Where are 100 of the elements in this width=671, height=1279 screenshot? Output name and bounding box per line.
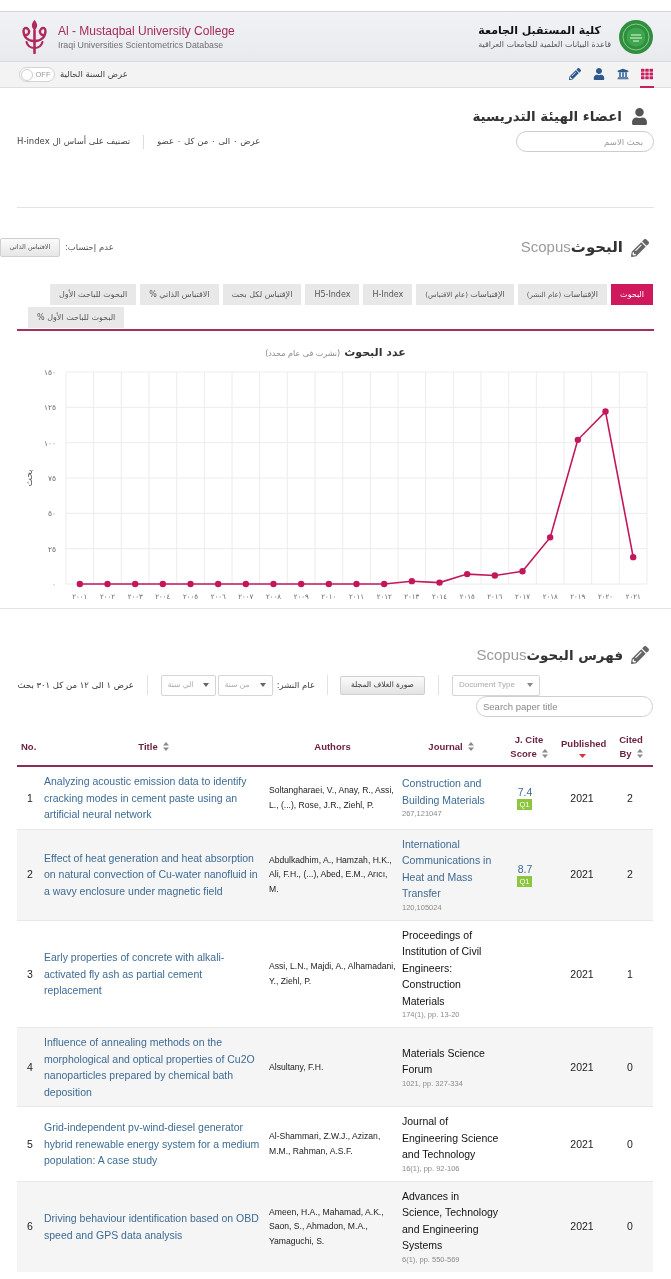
publication-year: 2021 <box>555 766 609 829</box>
data-point <box>491 572 499 579</box>
publication-year: 2021 <box>555 1181 609 1272</box>
user-icon <box>593 67 605 80</box>
publication-year: 2021 <box>555 829 609 920</box>
tab[interactable]: الاقتباس الذاتي % <box>140 284 219 305</box>
tab[interactable]: البحوث للباحث الأول <box>50 284 137 305</box>
section-title: اعضاء الهيئة التدريسية <box>472 106 622 126</box>
section-title: البحوث <box>570 237 623 259</box>
data-point <box>325 580 333 588</box>
year-label: عام النشر: <box>276 678 315 692</box>
sort-basis-text: تصنيف على أساس ال H-index <box>17 135 131 148</box>
source-label: Scopus <box>476 644 527 665</box>
toggle-knob <box>21 68 33 81</box>
paper-title-link[interactable]: Analyzing acoustic emission data to identify cracking modes in cement paste using an artificial neural network <box>44 773 262 823</box>
data-point <box>574 436 582 444</box>
tab[interactable]: الإقتباس لكل بحث <box>222 284 302 305</box>
authors-text: Alsultany, F.H. <box>266 1027 399 1107</box>
data-point <box>242 580 250 588</box>
grid-icon <box>641 67 653 80</box>
journal-name: Advances in Science, Technology and Engineering Systems <box>402 1188 500 1253</box>
site-title: Al - Mustaqbal University College <box>58 22 235 39</box>
data-point <box>546 534 554 541</box>
paper-title-link[interactable]: Grid-independent pv-wind-diesel generator hybrid renewable energy system for a medium population: A case study <box>44 1119 262 1169</box>
site-subtitle: Iraqi Universities Scientometrics Database <box>58 38 225 51</box>
citation-count: 1 <box>609 920 653 1028</box>
journal-name: Materials Science Forum <box>402 1045 486 1077</box>
pencil-icon <box>631 238 649 257</box>
row-number: 2 <box>17 829 41 920</box>
row-number: 1 <box>17 766 41 829</box>
exclude-label: عدم إحتساب: <box>65 241 114 254</box>
cite-score-link[interactable]: 7.4 <box>517 785 533 799</box>
authors-text: Soltangharaei, V., Anay, R., Assi, L., (...), Rose, J.R., Ziehl, P. <box>266 766 399 829</box>
column-header[interactable]: J. Cite Score <box>503 729 555 766</box>
citation-count: 0 <box>609 1106 653 1181</box>
journal-link[interactable]: International Communications in Heat and Mass Transfer <box>402 835 502 902</box>
column-header: No. <box>17 729 41 766</box>
paper-title-link[interactable]: Driving behaviour identification based on OBD speed and GPS data analysis <box>44 1210 262 1243</box>
data-point <box>187 580 194 588</box>
citation-count: 0 <box>609 1027 653 1107</box>
citation-count: 2 <box>609 766 653 829</box>
publication-year: 2021 <box>555 1027 609 1107</box>
row-number: 6 <box>17 1181 41 1272</box>
publication-year: 2021 <box>555 1106 609 1181</box>
data-point <box>297 580 305 588</box>
data-point <box>131 580 139 588</box>
authors-text: Al-Shammari, Z.W.J., Azizan, M.M., Rahman, A.S.F. <box>266 1106 399 1181</box>
data-point <box>408 577 416 585</box>
row-number: 3 <box>17 920 41 1028</box>
column-header[interactable]: Cited By <box>609 729 653 766</box>
chart-subtitle: (نشرت فى عام محدد) <box>265 348 341 360</box>
cite-score-link[interactable]: 8.7 <box>517 862 533 876</box>
y-axis-label: بحث <box>24 469 34 487</box>
tab[interactable]: H-Index <box>363 284 413 305</box>
seal-logo <box>619 19 653 54</box>
data-point <box>159 580 167 588</box>
tab[interactable]: البحوث للباحث الأول % <box>28 307 125 328</box>
journal-link[interactable]: Construction and Building Materials <box>402 775 502 809</box>
paper-title-link[interactable]: Early properties of concrete with alkali-activated fly ash as partial cement replacement <box>44 949 262 999</box>
publication-year: 2021 <box>555 920 609 1028</box>
data-point <box>353 580 360 588</box>
paper-title-link[interactable]: Effect of heat generation and heat absorption on natural convection of Cu-water nanofluid in a wavy enclosure under magnetic field <box>44 849 262 900</box>
tab[interactable]: H5-Index <box>305 284 360 305</box>
data-point <box>76 580 84 588</box>
tab[interactable]: البحوث <box>611 284 653 305</box>
data-point <box>436 579 443 586</box>
row-number: 5 <box>17 1106 41 1181</box>
data-point <box>463 570 471 578</box>
caret-icon <box>259 683 266 687</box>
section-title: فهرس البحوث <box>526 645 623 665</box>
building-icon <box>617 67 629 80</box>
column-header[interactable]: Published <box>555 729 609 766</box>
data-point <box>270 580 277 588</box>
citation-count: 0 <box>609 1181 653 1272</box>
paper-count-text: عرض ١ الى ١٢ من كل ٣٠١ بحث <box>17 678 134 692</box>
data-point <box>602 408 609 415</box>
source-label: Scopus <box>520 237 571 258</box>
plant-logo <box>22 19 47 54</box>
column-header[interactable]: Title <box>41 729 266 766</box>
data-point <box>519 568 526 575</box>
search-field[interactable]: Search paper title <box>476 696 653 717</box>
data-point <box>214 580 222 588</box>
arabic-site-title: كلية المستقبل الجامعة <box>478 22 601 39</box>
toggle-label: عرض السنة الحالية <box>60 68 128 81</box>
pencil-icon <box>569 67 581 80</box>
journal-name: Journal of Engineering Science and Technology <box>402 1114 500 1162</box>
caret-icon <box>202 683 209 687</box>
column-header[interactable]: Journal <box>399 729 503 766</box>
data-point <box>380 580 388 588</box>
search-field[interactable]: بحث الاسم <box>516 131 654 152</box>
arabic-site-subtitle: قاعدة البيانات العلمية للجامعات العراقية <box>478 38 611 51</box>
data-point <box>629 553 637 561</box>
person-icon <box>631 107 648 125</box>
pencil-icon <box>631 646 649 664</box>
authors-text: Ameen, H.A., Mahamad, A.K., Saon, S., Ahmadon, M.A., Yamaguchi, S. <box>266 1181 399 1272</box>
column-header: Authors <box>266 729 399 766</box>
authors-text: Assi, L.N., Majdi, A., Alhamadani, Y., Ziehl, P. <box>266 920 399 1028</box>
paper-title-link[interactable]: Influence of annealing methods on the morphological and optical properties of Cu2O nanoparticles prepared by chemical bath deposition <box>44 1034 262 1100</box>
authors-text: Abdulkadhim, A., Hamzah, H.K., Ali, F.H., (...), Abed, E.M., Arıcı, M. <box>266 829 399 920</box>
data-point <box>104 580 111 588</box>
